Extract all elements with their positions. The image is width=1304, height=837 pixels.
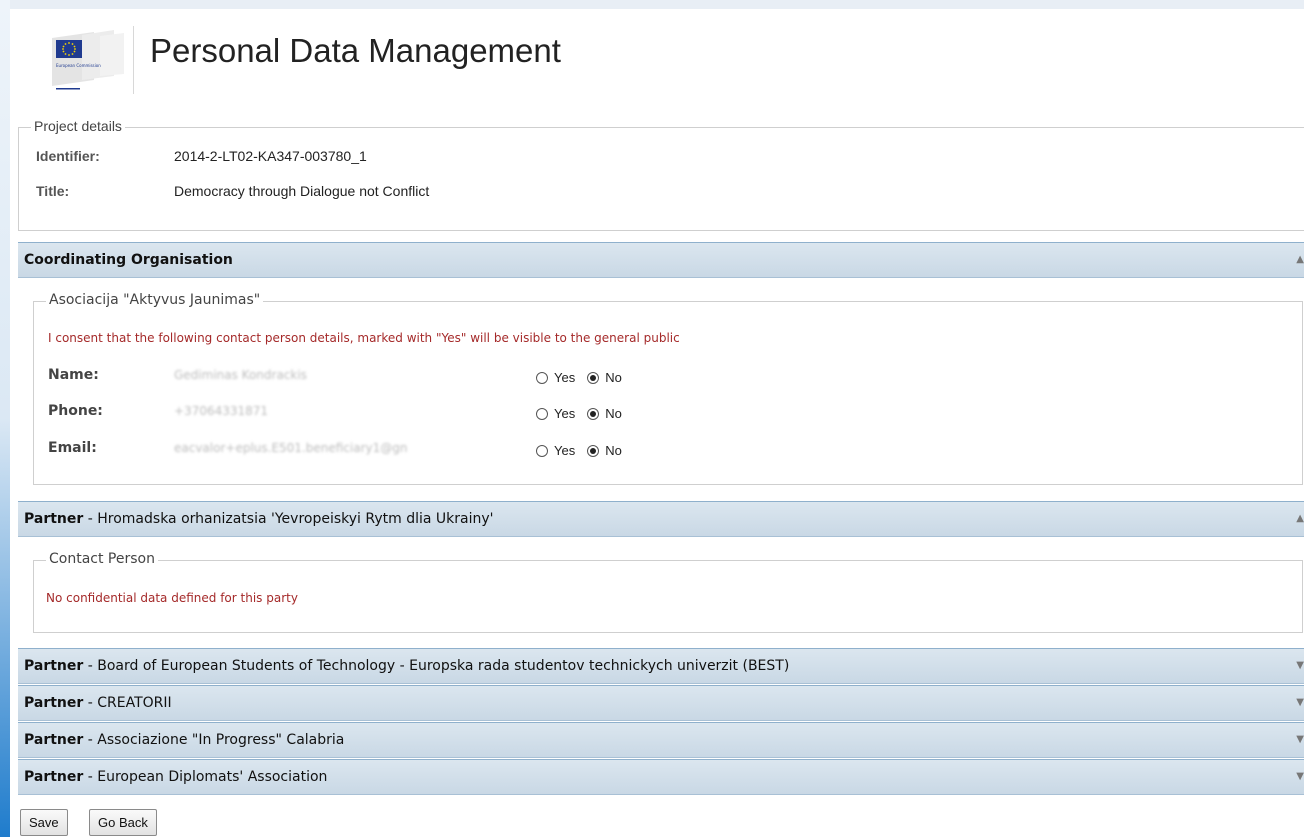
partner-header-3[interactable]: Partner - CREATORII ▼ [18,685,1304,721]
left-gradient-strip [0,0,10,837]
svg-text:European Commission: European Commission [56,63,101,68]
consent-text: I consent that the following contact per… [48,331,680,345]
email-visibility-radio-group: Yes No [536,443,628,458]
coordinating-organisation-title: Coordinating Organisation [24,252,233,268]
coordinating-org-fieldset: Asociacija "Aktyvus Jaunimas" I consent … [33,292,1303,485]
partner-prefix: Partner [24,658,84,674]
name-visibility-radio-group: Yes No [536,370,628,385]
phone-yes-radio[interactable] [536,407,548,420]
partner-name: - Associazione "In Progress" Calabria [83,732,345,748]
partner-header-1[interactable]: Partner - Hromadska orhanizatsia 'Yevrop… [18,501,1304,537]
contact-name-value: Gediminas Kondrackis [174,368,307,382]
name-yes-radio[interactable] [536,371,548,384]
phone-no-radio[interactable] [587,407,600,420]
email-yes-radio[interactable] [536,444,548,457]
partner-name: - Hromadska orhanizatsia 'Yevropeiskyi R… [83,511,494,527]
partner-prefix: Partner [24,732,84,748]
project-details-fieldset: Project details Identifier: 2014-2-LT02-… [18,118,1304,231]
chevron-down-icon: ▼ [1296,734,1304,745]
contact-email-label: Email: [48,440,97,456]
project-details-legend: Project details [31,118,125,134]
partner-header-5[interactable]: Partner - European Diplomats' Associatio… [18,759,1304,795]
go-back-button[interactable]: Go Back [89,809,157,836]
identifier-value: 2014-2-LT02-KA347-003780_1 [174,148,367,164]
phone-visibility-radio-group: Yes No [536,406,628,421]
partner-prefix: Partner [24,769,84,785]
contact-name-label: Name: [48,367,99,383]
email-yes-label: Yes [554,443,576,458]
coordinating-organisation-header[interactable]: Coordinating Organisation ▲ [18,242,1304,278]
name-yes-label: Yes [554,370,576,385]
save-button[interactable]: Save [20,809,68,836]
name-no-radio[interactable] [587,371,600,384]
partner-name: - European Diplomats' Association [83,769,328,785]
contact-email-value: eacvalor+eplus.E501.beneficiary1@gn [174,441,408,455]
email-no-radio[interactable] [587,444,600,457]
contact-phone-value: +37064331871 [174,404,269,418]
chevron-up-icon: ▲ [1296,254,1304,265]
chevron-down-icon: ▼ [1296,697,1304,708]
contact-phone-label: Phone: [48,403,103,419]
partner-name: - Board of European Students of Technolo… [83,658,790,674]
email-no-label: No [605,443,622,458]
title-label: Title: [36,183,70,199]
partner-header-4[interactable]: Partner - Associazione "In Progress" Cal… [18,722,1304,758]
partner-prefix: Partner [24,511,84,527]
org-name-legend: Asociacija "Aktyvus Jaunimas" [46,292,264,308]
phone-no-label: No [605,406,622,421]
no-confidential-data-message: No confidential data defined for this pa… [46,591,298,605]
phone-yes-label: Yes [554,406,576,421]
contact-person-fieldset: Contact Person No confidential data defi… [33,551,1303,633]
identifier-label: Identifier: [36,148,100,164]
contact-person-legend: Contact Person [46,551,158,567]
page-title: Personal Data Management [150,32,561,69]
top-strip [0,0,1304,9]
chevron-down-icon: ▼ [1296,771,1304,782]
european-commission-logo: European Commission [44,30,126,92]
partner-header-2[interactable]: Partner - Board of European Students of … [18,648,1304,684]
chevron-up-icon: ▲ [1296,513,1304,524]
partner-name: - CREATORII [83,695,172,711]
logo-divider [133,26,134,94]
title-value: Democracy through Dialogue not Conflict [174,183,430,199]
page-header: European Commission Personal Data Manage… [30,18,1300,98]
chevron-down-icon: ▼ [1296,660,1304,671]
partner-prefix: Partner [24,695,84,711]
name-no-label: No [605,370,622,385]
